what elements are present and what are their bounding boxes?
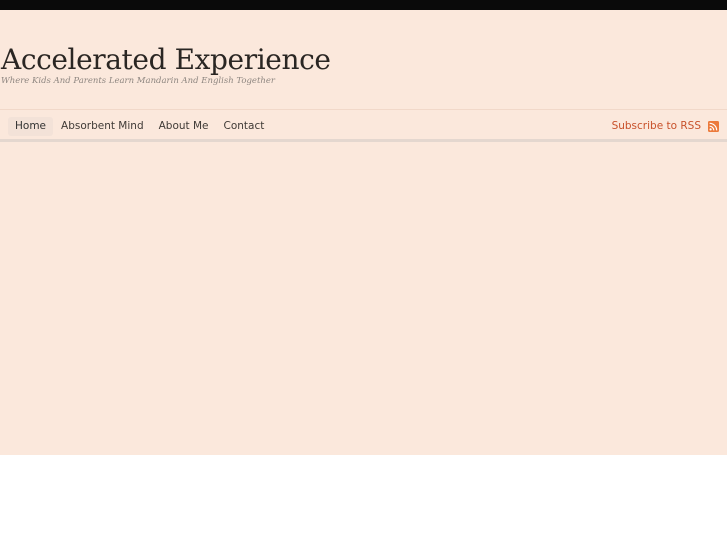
- site-header: Accelerated Experience Where Kids And Pa…: [0, 10, 727, 109]
- nav-menu: Home Absorbent Mind About Me Contact: [8, 117, 272, 136]
- main-navigation: Home Absorbent Mind About Me Contact Sub…: [0, 109, 727, 142]
- top-bar: [0, 0, 727, 10]
- site-title[interactable]: Accelerated Experience: [1, 43, 331, 77]
- subscribe-rss-label: Subscribe to RSS: [611, 120, 701, 132]
- rss-icon: [708, 121, 719, 132]
- nav-item-contact[interactable]: Contact: [217, 117, 272, 136]
- subscribe-rss-link[interactable]: Subscribe to RSS: [612, 118, 719, 135]
- site-description: Where Kids And Parents Learn Mandarin An…: [1, 76, 275, 86]
- page-container: Accelerated Experience Where Kids And Pa…: [0, 10, 727, 455]
- nav-item-about-me[interactable]: About Me: [152, 117, 216, 136]
- nav-item-absorbent-mind[interactable]: Absorbent Mind: [54, 117, 151, 136]
- nav-item-home[interactable]: Home: [8, 117, 54, 136]
